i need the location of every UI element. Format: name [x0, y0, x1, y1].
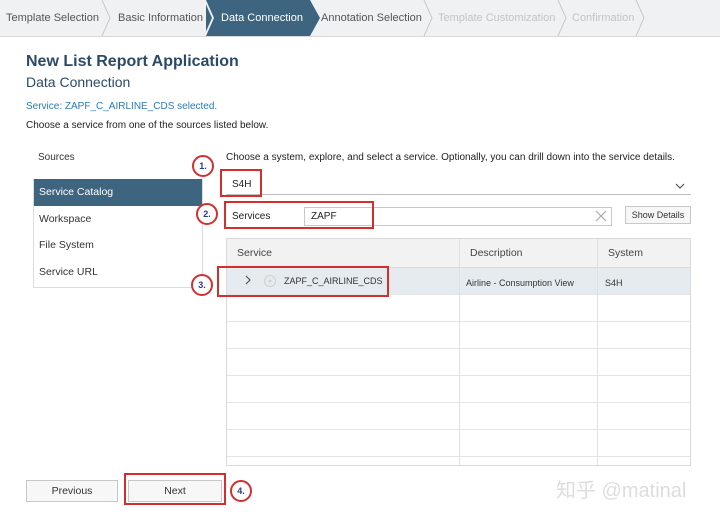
chevron-separator-icon [204, 0, 214, 36]
annotation-box-services [224, 201, 374, 229]
page-title: New List Report Application [26, 53, 239, 70]
cell-system: S4H [605, 278, 623, 288]
previous-button[interactable]: Previous [26, 480, 118, 502]
annotation-box-next [124, 473, 226, 505]
wizard-step-annotation-selection[interactable]: Annotation Selection [321, 0, 425, 36]
watermark: 知乎 @matinal [556, 480, 687, 502]
page-subtitle: Data Connection [26, 74, 131, 90]
chevron-separator-icon [635, 0, 645, 36]
source-item-file-system[interactable]: File System [34, 232, 202, 259]
chevron-separator-icon [557, 0, 567, 36]
annotation-number: 1. [192, 155, 214, 177]
column-header-description: Description [470, 247, 523, 259]
source-item-workspace[interactable]: Workspace [34, 206, 202, 233]
sources-list: Service Catalog Workspace File System Se… [33, 179, 203, 288]
wizard-step-template-selection[interactable]: Template Selection [0, 0, 106, 36]
source-item-service-url[interactable]: Service URL [34, 259, 202, 286]
wizard-step-template-customization: Template Customization [438, 12, 556, 24]
selected-service-message: Service: ZAPF_C_AIRLINE_CDS selected. [26, 101, 218, 112]
clear-icon[interactable] [595, 210, 607, 222]
choose-system-message: Choose a system, explore, and select a s… [226, 152, 675, 163]
column-header-system: System [608, 247, 644, 259]
show-details-button[interactable]: Show Details [625, 206, 691, 224]
chevron-down-icon [675, 183, 685, 189]
column-header-service: Service [237, 247, 273, 259]
chevron-separator-icon [101, 0, 111, 36]
column-divider [597, 239, 598, 465]
wizard-step-confirmation: Confirmation [572, 12, 635, 24]
sources-label: Sources [38, 152, 75, 163]
wizard-steps: Template Selection Basic Information Dat… [0, 0, 720, 37]
chevron-separator-icon [423, 0, 433, 36]
source-item-service-catalog[interactable]: Service Catalog [34, 179, 202, 206]
instruction-text: Choose a service from one of the sources… [26, 120, 269, 131]
annotation-box-system [220, 169, 262, 197]
annotation-number: 4. [230, 480, 252, 502]
wizard-step-data-connection[interactable]: Data Connection [206, 0, 310, 36]
annotation-number: 2. [196, 203, 218, 225]
column-divider [459, 239, 460, 465]
cell-description: Airline - Consumption View [466, 278, 574, 288]
wizard-step-basic-information[interactable]: Basic Information [112, 0, 210, 36]
system-select[interactable]: S4H [226, 176, 691, 195]
annotation-box-service-row [217, 266, 389, 297]
annotation-number: 3. [191, 274, 213, 296]
